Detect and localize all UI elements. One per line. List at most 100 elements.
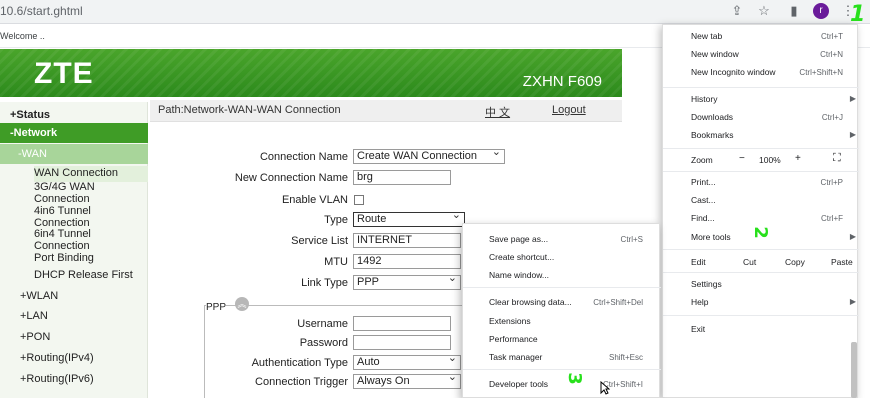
menu-settings[interactable]: Settings — [663, 277, 859, 293]
service-list-input[interactable]: INTERNET — [353, 233, 461, 248]
conn-trigger-label: Connection Trigger — [255, 376, 348, 388]
type-label: Type — [324, 214, 348, 226]
nav-6in4-tunnel[interactable]: 6in4 Tunnel Connection — [34, 228, 148, 252]
menu-new-tab[interactable]: New tab Ctrl+T — [663, 29, 859, 45]
menu-zoom-label: Zoom — [691, 155, 713, 165]
new-connection-name-value: brg — [357, 171, 373, 183]
menu-cast[interactable]: Cast... — [663, 193, 859, 209]
router-model: ZXHN F609 — [522, 73, 602, 90]
new-connection-name-label: New Connection Name — [234, 172, 348, 184]
browser-toolbar: 10.6/start.ghtml ⇪ ☆ ▮ r ⋮ — [0, 0, 870, 24]
mtu-label: MTU — [324, 256, 348, 268]
nav-network[interactable]: -Network — [0, 123, 148, 143]
annotation-step-2: 2 — [749, 226, 771, 239]
profile-avatar[interactable]: r — [813, 3, 829, 19]
task-manager-item[interactable]: Task manager — [489, 352, 542, 362]
nav-wlan[interactable]: +WLAN — [0, 286, 148, 306]
menu-history-label: History — [691, 94, 718, 104]
link-type-value: PPP — [357, 276, 380, 288]
nav-status[interactable]: +Status — [0, 106, 148, 124]
mtu-input[interactable]: 1492 — [353, 254, 461, 269]
nav-routing-ipv6[interactable]: +Routing(IPv6) — [0, 369, 148, 389]
menu-print-label: Print... — [691, 177, 716, 187]
menu-downloads[interactable]: Downloads Ctrl+J — [663, 110, 859, 126]
conn-trigger-select[interactable]: Always On — [353, 371, 461, 389]
address-bar[interactable]: 10.6/start.ghtml — [0, 4, 83, 18]
zoom-in-button[interactable]: + — [795, 153, 801, 164]
connection-name-value: Create WAN Connection — [357, 150, 478, 162]
ppp-section-label: PPP — [206, 302, 227, 313]
menu-help[interactable]: Help ▶ — [663, 295, 859, 311]
more-tools-submenu: Save page as... Ctrl+S Create shortcut..… — [462, 223, 661, 398]
nav-routing-ipv4[interactable]: +Routing(IPv4) — [0, 348, 148, 368]
nav-lan[interactable]: +LAN — [0, 306, 148, 326]
menu-scrollbar[interactable] — [851, 342, 857, 398]
create-shortcut-item[interactable]: Create shortcut... — [489, 252, 554, 262]
nav-wan[interactable]: -WAN — [0, 144, 148, 164]
nav-3g4g-wan[interactable]: 3G/4G WAN Connection — [34, 181, 148, 205]
bookmark-welcome[interactable]: Welcome .. — [0, 31, 45, 41]
connection-name-select[interactable]: Create WAN Connection — [353, 146, 505, 164]
menu-incognito[interactable]: New Incognito window Ctrl+Shift+N — [663, 65, 859, 81]
menu-edit: Edit Cut Copy Paste — [663, 254, 859, 270]
fullscreen-icon[interactable]: ⛶ — [833, 152, 841, 165]
task-manager-shortcut: Shift+Esc — [608, 353, 643, 362]
service-list-label: Service List — [291, 235, 348, 247]
menu-separator — [663, 249, 859, 250]
paste-button[interactable]: Paste — [831, 257, 853, 267]
save-page-item[interactable]: Save page as... — [489, 234, 548, 244]
nav-dhcp-release[interactable]: DHCP Release First — [34, 269, 148, 282]
clear-data-item[interactable]: Clear browsing data... — [489, 297, 572, 307]
collapse-icon[interactable]: ︽ — [235, 297, 249, 311]
chevron-right-icon: ▶ — [849, 232, 856, 241]
nav-port-binding[interactable]: Port Binding — [34, 252, 148, 265]
cut-button[interactable]: Cut — [743, 257, 756, 267]
copy-button[interactable]: Copy — [785, 257, 805, 267]
username-label: Username — [297, 318, 348, 330]
sidebar-icon[interactable]: ▮ — [786, 3, 802, 19]
mtu-value: 1492 — [357, 255, 382, 267]
page-path: Path:Network-WAN-WAN Connection — [158, 104, 341, 116]
menu-edit-label: Edit — [691, 257, 706, 267]
password-input[interactable] — [353, 335, 451, 350]
star-icon[interactable]: ☆ — [756, 3, 772, 19]
submenu-separator — [463, 369, 661, 370]
menu-separator — [663, 171, 859, 172]
menu-find-label: Find... — [691, 213, 715, 223]
menu-new-window[interactable]: New window Ctrl+N — [663, 47, 859, 63]
auth-type-select[interactable]: Auto — [353, 352, 461, 370]
save-page-shortcut: Ctrl+S — [620, 235, 643, 244]
developer-tools-item[interactable]: Developer tools — [489, 379, 548, 389]
menu-bookmarks-label: Bookmarks — [691, 130, 734, 140]
menu-print-shortcut: Ctrl+P — [820, 178, 843, 187]
chrome-main-menu: New tab Ctrl+T New window Ctrl+N New Inc… — [662, 24, 859, 398]
share-icon[interactable]: ⇪ — [729, 3, 745, 19]
zoom-out-button[interactable]: − — [739, 153, 745, 164]
new-connection-name-input[interactable]: brg — [353, 170, 451, 185]
menu-find[interactable]: Find... Ctrl+F — [663, 211, 859, 227]
menu-print[interactable]: Print... Ctrl+P — [663, 175, 859, 191]
chevron-right-icon: ▶ — [849, 94, 856, 103]
annotation-step-3: 3 — [563, 372, 585, 385]
extensions-item[interactable]: Extensions — [489, 316, 531, 326]
menu-exit[interactable]: Exit — [663, 322, 859, 338]
username-input[interactable] — [353, 316, 451, 331]
menu-history[interactable]: History ▶ — [663, 92, 859, 108]
connection-name-label: Connection Name — [259, 151, 348, 163]
auth-type-value: Auto — [357, 356, 380, 368]
link-type-select[interactable]: PPP — [353, 272, 461, 290]
performance-item[interactable]: Performance — [489, 334, 538, 344]
auth-type-label: Authentication Type — [251, 357, 348, 369]
name-window-item[interactable]: Name window... — [489, 270, 549, 280]
nav-4in6-tunnel[interactable]: 4in6 Tunnel Connection — [34, 205, 148, 229]
clear-data-shortcut: Ctrl+Shift+Del — [593, 298, 643, 307]
enable-vlan-checkbox[interactable] — [354, 195, 364, 205]
nav-wan-connection[interactable]: WAN Connection — [34, 166, 148, 182]
menu-bookmarks[interactable]: Bookmarks ▶ — [663, 128, 859, 144]
language-link[interactable]: 中 文 — [485, 104, 510, 120]
logout-link[interactable]: Logout — [552, 104, 586, 116]
conn-trigger-value: Always On — [357, 375, 410, 387]
type-select[interactable]: Route — [353, 209, 465, 227]
menu-new-window-label: New window — [691, 49, 739, 59]
nav-pon[interactable]: +PON — [0, 327, 148, 347]
